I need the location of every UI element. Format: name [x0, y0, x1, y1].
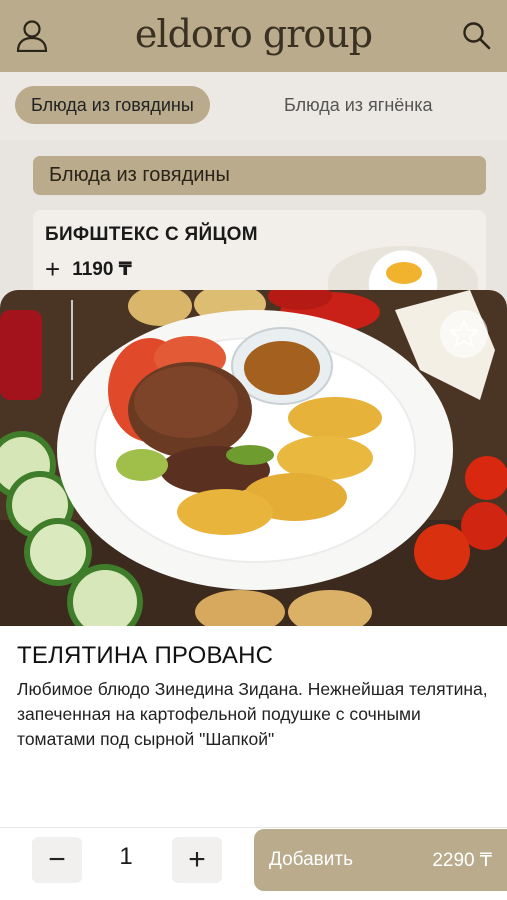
menu-item-price: 1190 ₸ — [72, 259, 132, 280]
dish-photo — [0, 290, 507, 626]
brand-logo[interactable]: eldoro group — [0, 12, 507, 56]
decrease-quantity-button[interactable]: − — [32, 837, 82, 883]
add-to-cart-price: 2290 ₸ — [432, 850, 492, 871]
add-to-cart-label: Добавить — [269, 849, 353, 870]
favorite-button[interactable] — [440, 310, 488, 358]
search-icon[interactable] — [459, 18, 493, 52]
app-header: eldoro group — [0, 0, 507, 72]
divider — [0, 827, 507, 828]
menu-item-price-row[interactable]: + 1190 ₸ — [45, 254, 132, 285]
dish-detail-sheet: ТЕЛЯТИНА ПРОВАНС Любимое блюдо Зинедина … — [0, 290, 507, 900]
increase-quantity-button[interactable]: + — [172, 837, 222, 883]
plus-icon[interactable]: + — [45, 254, 60, 285]
section-header: Блюда из говядины — [33, 156, 486, 195]
add-to-cart-button[interactable]: Добавить 2290 ₸ — [254, 829, 507, 891]
dish-description: Любимое блюдо Зинедина Зидана. Нежнейшая… — [17, 679, 488, 749]
tab-beef[interactable]: Блюда из говядины — [15, 86, 210, 124]
tab-lamb[interactable]: Блюда из ягнёнка — [268, 86, 449, 124]
quantity-value: 1 — [119, 843, 133, 870]
dish-title: ТЕЛЯТИНА ПРОВАНС — [17, 642, 274, 669]
star-icon — [450, 320, 478, 347]
menu-item-title: БИФШТЕКС С ЯЙЦОМ — [45, 224, 258, 245]
category-tabs: Блюда из говядины Блюда из ягнёнка — [0, 72, 507, 140]
